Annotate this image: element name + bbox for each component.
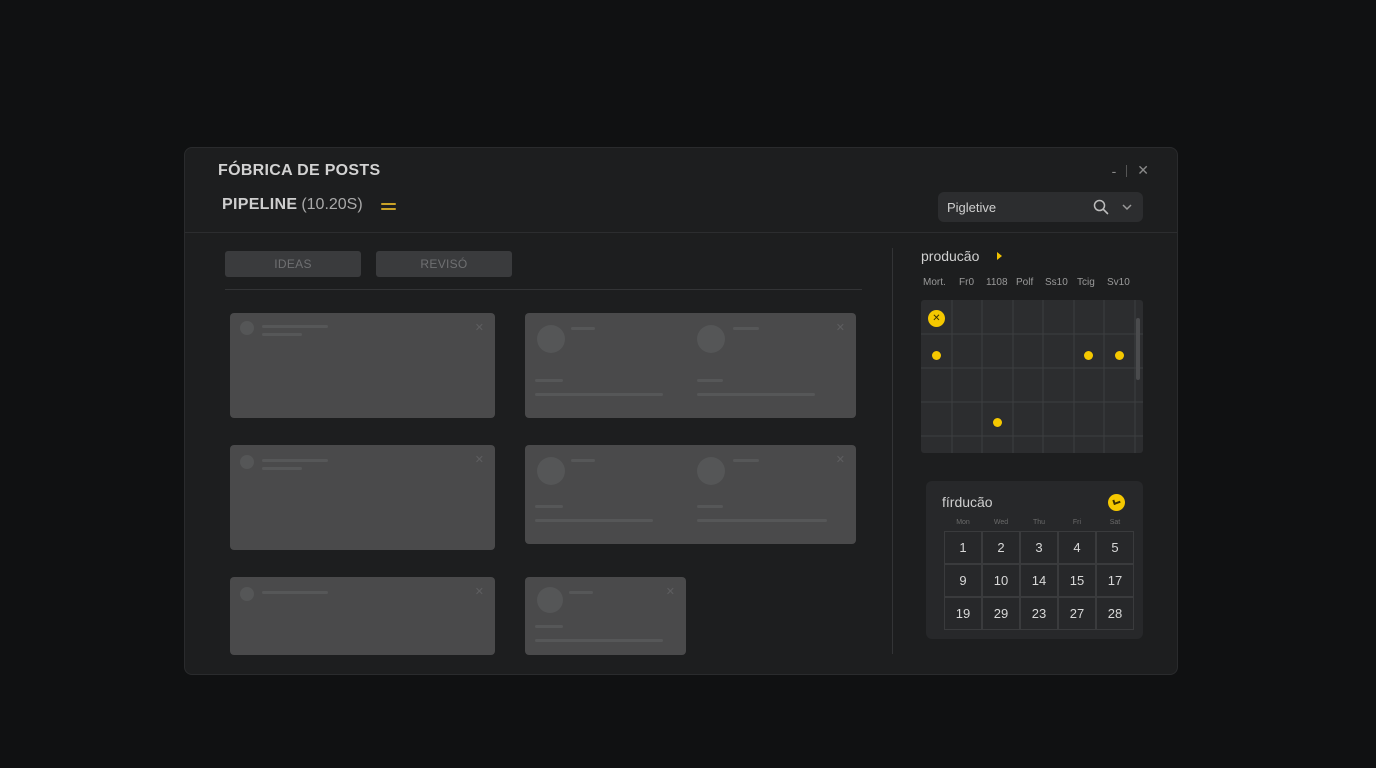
card-text-placeholder xyxy=(535,639,663,642)
card-text-placeholder xyxy=(697,519,827,522)
weekday-label: Sat xyxy=(1109,519,1121,526)
post-card[interactable]: ✕ xyxy=(230,445,495,550)
calendar-day[interactable]: 17 xyxy=(1096,564,1134,597)
header-divider xyxy=(185,232,1177,233)
avatar xyxy=(537,325,565,353)
search-icon[interactable] xyxy=(1093,199,1109,215)
search-input[interactable] xyxy=(947,199,1082,215)
close-icon[interactable]: ✕ xyxy=(666,585,675,598)
day-label: Polf xyxy=(1016,277,1034,288)
card-text-placeholder xyxy=(262,591,328,594)
card-text-placeholder xyxy=(535,505,563,508)
post-card[interactable]: ✕ xyxy=(525,313,856,418)
scheduled-post-marker[interactable]: ✕ xyxy=(928,310,945,327)
day-label: Fr0 xyxy=(959,277,974,288)
avatar xyxy=(697,325,725,353)
calendar-day[interactable]: 14 xyxy=(1020,564,1058,597)
pipeline-label: PIPELINE xyxy=(222,196,298,213)
calendar-day[interactable]: 28 xyxy=(1096,597,1134,630)
day-label: Tcig xyxy=(1077,277,1095,288)
calendar-day[interactable]: 5 xyxy=(1096,531,1134,564)
calendar-day[interactable]: 27 xyxy=(1058,597,1096,630)
day-label: Sv10 xyxy=(1107,277,1130,288)
avatar xyxy=(240,455,254,469)
calendar-day[interactable]: 1 xyxy=(944,531,982,564)
grid-scrollbar[interactable] xyxy=(1136,318,1140,380)
window-controls: - ✕ xyxy=(1112,162,1149,179)
close-icon[interactable]: ✕ xyxy=(836,453,845,466)
tabs-divider xyxy=(225,289,862,290)
calendar-title: fírducão xyxy=(942,494,993,510)
app-window: FÓBRICA DE POSTS PIPELINE(10.20S) - ✕ ID… xyxy=(184,147,1178,675)
weekday-label: Fri xyxy=(1072,519,1082,526)
card-text-placeholder xyxy=(571,327,595,330)
post-card[interactable]: ✕ xyxy=(230,313,495,418)
close-button[interactable]: ✕ xyxy=(1137,162,1149,179)
avatar xyxy=(240,321,254,335)
calendar-day[interactable]: 3 xyxy=(1020,531,1058,564)
card-text-placeholder xyxy=(535,625,563,628)
search-box[interactable] xyxy=(938,192,1143,222)
avatar xyxy=(537,457,565,485)
card-text-placeholder xyxy=(262,325,328,328)
day-label: 1108 xyxy=(986,277,1008,288)
post-card[interactable]: ✕ xyxy=(525,577,686,655)
panel-divider xyxy=(892,248,893,654)
calendar-day[interactable]: 4 xyxy=(1058,531,1096,564)
scheduled-post-dot[interactable] xyxy=(1084,351,1093,360)
controls-separator xyxy=(1126,164,1128,177)
calendar-day[interactable]: 9 xyxy=(944,564,982,597)
menu-icon[interactable] xyxy=(381,203,396,210)
production-grid[interactable]: ✕ xyxy=(921,300,1143,453)
card-text-placeholder xyxy=(571,459,595,462)
grid-lines xyxy=(921,300,1143,453)
weekday-label: Mon xyxy=(956,519,970,526)
check-icon[interactable] xyxy=(1108,494,1125,511)
post-card[interactable]: ✕ xyxy=(230,577,495,655)
card-text-placeholder xyxy=(262,333,302,336)
close-icon[interactable]: ✕ xyxy=(836,321,845,334)
close-icon[interactable]: ✕ xyxy=(475,321,484,334)
card-text-placeholder xyxy=(733,459,759,462)
card-text-placeholder xyxy=(535,393,663,396)
close-icon[interactable]: ✕ xyxy=(475,453,484,466)
card-text-placeholder xyxy=(262,459,328,462)
chevron-down-icon[interactable] xyxy=(1121,201,1133,213)
card-text-placeholder xyxy=(697,505,723,508)
avatar xyxy=(240,587,254,601)
avatar xyxy=(697,457,725,485)
pipeline-title: PIPELINE (10.20S) xyxy=(222,196,363,214)
card-text-placeholder xyxy=(262,467,302,470)
minimize-button[interactable]: - xyxy=(1112,163,1117,179)
close-icon[interactable]: ✕ xyxy=(475,585,484,598)
calendar-panel: fírducão Mon Wed Thu Fri Sat 1 2 3 4 5 9… xyxy=(926,481,1143,639)
pipeline-count: (10.20S) xyxy=(301,196,363,213)
card-text-placeholder xyxy=(569,591,593,594)
production-title: producão xyxy=(921,248,980,264)
scheduled-post-dot[interactable] xyxy=(932,351,941,360)
avatar xyxy=(537,587,563,613)
card-text-placeholder xyxy=(733,327,759,330)
expand-arrow-icon[interactable] xyxy=(997,252,1002,260)
weekday-label: Wed xyxy=(993,519,1009,526)
day-label: Ss10 xyxy=(1045,277,1068,288)
card-text-placeholder xyxy=(697,393,815,396)
calendar-day[interactable]: 15 xyxy=(1058,564,1096,597)
card-text-placeholder xyxy=(535,379,563,382)
calendar-day[interactable]: 10 xyxy=(982,564,1020,597)
weekday-label: Thu xyxy=(1032,519,1046,526)
scheduled-post-dot[interactable] xyxy=(993,418,1002,427)
post-card[interactable]: ✕ xyxy=(525,445,856,544)
card-text-placeholder xyxy=(535,519,653,522)
day-label: Mort. xyxy=(923,277,946,288)
calendar-day[interactable]: 29 xyxy=(982,597,1020,630)
calendar-day[interactable]: 23 xyxy=(1020,597,1058,630)
tab-reviso[interactable]: REVISÓ xyxy=(376,251,512,277)
calendar-day[interactable]: 2 xyxy=(982,531,1020,564)
card-text-placeholder xyxy=(697,379,723,382)
calendar-day[interactable]: 19 xyxy=(944,597,982,630)
app-title: FÓBRICA DE POSTS xyxy=(218,162,381,179)
scheduled-post-dot[interactable] xyxy=(1115,351,1124,360)
tab-ideas[interactable]: IDEAS xyxy=(225,251,361,277)
